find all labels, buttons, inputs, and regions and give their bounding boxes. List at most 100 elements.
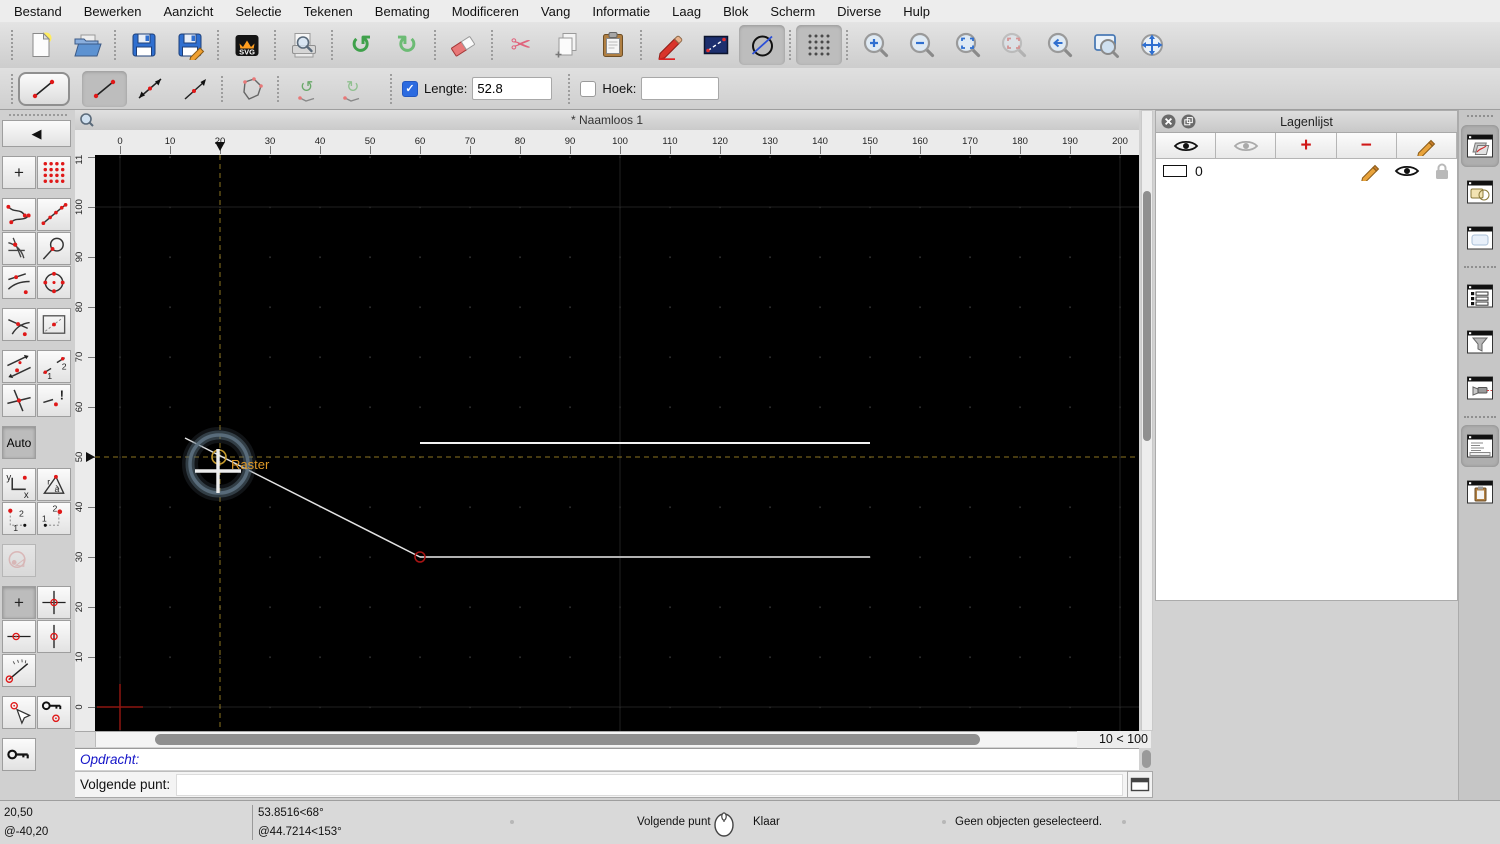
- layer-color-swatch[interactable]: [1163, 164, 1187, 177]
- zoom-window-button[interactable]: [1083, 25, 1129, 65]
- drawing-titlebar[interactable]: * Naamloos 1: [75, 110, 1139, 131]
- save-button[interactable]: [114, 25, 167, 65]
- dock-circle-icon[interactable]: [1181, 114, 1196, 129]
- snap-single-button[interactable]: !: [37, 384, 71, 417]
- save-as-button[interactable]: [167, 25, 213, 65]
- snap-endpoint-button[interactable]: [2, 198, 36, 231]
- line-both-arrows-button[interactable]: [127, 71, 172, 107]
- line-style-button[interactable]: [693, 25, 739, 65]
- polyline-tool-button[interactable]: [221, 71, 273, 107]
- horizontal-scrollbar[interactable]: [75, 731, 1139, 747]
- snap-parallel-button[interactable]: [2, 350, 36, 383]
- mark-pick-button[interactable]: [2, 696, 36, 729]
- console-scroll-thumb[interactable]: [1142, 750, 1151, 768]
- snap-intersection-button[interactable]: [2, 232, 36, 265]
- layer-row[interactable]: 0: [1156, 159, 1457, 182]
- pencil-orange-icon[interactable]: [1360, 161, 1380, 181]
- menu-item[interactable]: Vang: [530, 4, 581, 19]
- line-segment-button[interactable]: [82, 70, 127, 107]
- expand-console-button[interactable]: [1127, 771, 1153, 798]
- eye-light-button[interactable]: [1216, 133, 1277, 158]
- copy-button[interactable]: [544, 25, 590, 65]
- line-end-arrow-button[interactable]: [172, 71, 217, 107]
- pan-button[interactable]: [1129, 25, 1175, 65]
- menu-item[interactable]: Modificeren: [441, 4, 530, 19]
- auto-button[interactable]: Auto: [2, 426, 36, 459]
- mark-cross-button[interactable]: [37, 586, 71, 619]
- snap-vertex-button[interactable]: [37, 198, 71, 231]
- cut-button[interactable]: ✂: [491, 25, 544, 65]
- mark-plus-button[interactable]: +: [2, 586, 36, 619]
- panel-command-button[interactable]: [1460, 416, 1499, 467]
- angle-lock-checkbox[interactable]: [580, 80, 597, 97]
- snap-nearest-button[interactable]: [2, 266, 36, 299]
- svg-export-button[interactable]: SVG: [217, 25, 270, 65]
- menu-item[interactable]: Aanzicht: [153, 4, 225, 19]
- print-preview-button[interactable]: [274, 25, 327, 65]
- snap-grid-button[interactable]: [37, 156, 71, 189]
- grid-toggle-button[interactable]: [789, 25, 842, 65]
- angle-input[interactable]: [641, 77, 720, 100]
- coord-xy-button[interactable]: yx: [2, 468, 36, 501]
- panel-clipboard-button[interactable]: [1461, 471, 1499, 513]
- redo-button[interactable]: ↻: [384, 25, 430, 65]
- mark-v-button[interactable]: [37, 620, 71, 653]
- menu-item[interactable]: Selectie: [224, 4, 292, 19]
- paste-button[interactable]: [590, 25, 636, 65]
- ellipse-tool-button[interactable]: [739, 25, 785, 65]
- collapse-arrow-button[interactable]: ◀: [2, 120, 71, 147]
- toolbar-drag-handle[interactable]: [11, 30, 13, 60]
- zoom-in-button[interactable]: [846, 25, 899, 65]
- zoom-previous-button[interactable]: [1037, 25, 1083, 65]
- snap-frame-button[interactable]: [37, 308, 71, 341]
- coord-polar-button[interactable]: ra: [37, 468, 71, 501]
- panel-shapes-button[interactable]: [1461, 171, 1499, 213]
- menu-item[interactable]: Laag: [661, 4, 712, 19]
- menu-item[interactable]: Blok: [712, 4, 759, 19]
- snap-quadrant-button[interactable]: [37, 266, 71, 299]
- drawing-canvas[interactable]: Raster: [95, 155, 1139, 731]
- snap-order-button[interactable]: 12: [37, 350, 71, 383]
- layers-panel-titlebar[interactable]: Lagenlijst: [1156, 111, 1457, 133]
- h-scroll-thumb[interactable]: [155, 734, 980, 745]
- eye-dark-button[interactable]: [1156, 133, 1217, 158]
- coord-rel-2-button[interactable]: 12: [37, 502, 71, 535]
- length-lock-checkbox[interactable]: [402, 80, 418, 97]
- vertical-scrollbar[interactable]: [1141, 110, 1153, 731]
- strip-drag-handle[interactable]: [1466, 115, 1493, 117]
- v-scroll-thumb[interactable]: [1143, 191, 1151, 441]
- key-button[interactable]: [2, 738, 36, 771]
- eraser-button[interactable]: [434, 25, 487, 65]
- current-tool-indicator[interactable]: [18, 71, 70, 106]
- draw-pencil-button[interactable]: [640, 25, 693, 65]
- snap-perpendicular-button[interactable]: [2, 308, 36, 341]
- menu-item[interactable]: Bestand: [3, 4, 73, 19]
- lock-gray-icon[interactable]: [1434, 162, 1450, 180]
- key-target-button[interactable]: [37, 696, 71, 729]
- menu-item[interactable]: Bemating: [364, 4, 441, 19]
- menu-item[interactable]: Bewerken: [73, 4, 153, 19]
- panel-filter-button[interactable]: [1461, 321, 1499, 363]
- zoom-extents-button[interactable]: [945, 25, 991, 65]
- mark-angle-button[interactable]: [2, 654, 36, 687]
- menu-item[interactable]: Tekenen: [293, 4, 364, 19]
- panel-layers-button[interactable]: [1460, 125, 1499, 167]
- pencil-orange-button[interactable]: [1396, 133, 1458, 158]
- snap-cross-button[interactable]: [2, 384, 36, 417]
- snap-tangent-button[interactable]: [37, 232, 71, 265]
- options-drag-handle[interactable]: [11, 73, 13, 104]
- menu-item[interactable]: Informatie: [581, 4, 661, 19]
- panel-light-button[interactable]: [1461, 367, 1499, 409]
- eye-dark-icon[interactable]: [1394, 163, 1420, 179]
- length-input[interactable]: [472, 77, 553, 100]
- zoom-selection-button[interactable]: [991, 25, 1037, 65]
- zoom-out-button[interactable]: [899, 25, 945, 65]
- open-folder-button[interactable]: [64, 25, 110, 65]
- redo-segment-button[interactable]: ↻: [329, 71, 374, 107]
- menu-item[interactable]: Diverse: [826, 4, 892, 19]
- menu-item[interactable]: Hulp: [892, 4, 941, 19]
- mark-h-button[interactable]: [2, 620, 36, 653]
- snap-plus-button[interactable]: +: [2, 156, 36, 189]
- coord-rel-1-button[interactable]: 12: [2, 502, 36, 535]
- panel-blank-button[interactable]: [1461, 217, 1499, 259]
